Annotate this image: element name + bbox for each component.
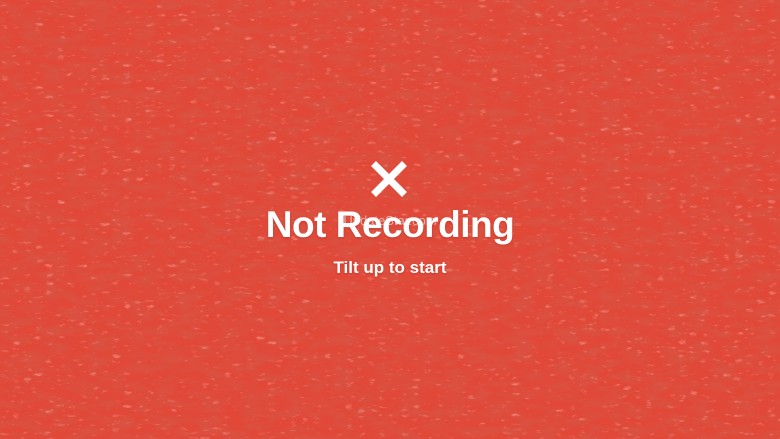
close-icon bbox=[371, 161, 407, 197]
status-title: Not Recording bbox=[265, 204, 515, 245]
status-overlay: Not Recording UpdateStar.com Tilt up to … bbox=[0, 0, 780, 439]
status-hint: Tilt up to start bbox=[333, 258, 447, 277]
recording-status-screen: Not Recording UpdateStar.com Tilt up to … bbox=[0, 0, 780, 439]
